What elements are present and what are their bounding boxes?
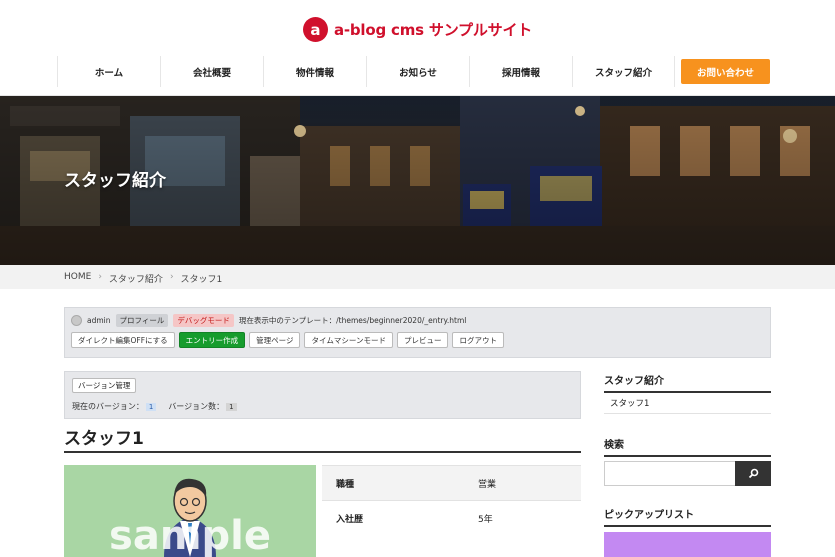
nav-item-home[interactable]: ホーム bbox=[57, 56, 160, 87]
table-key: 入社歴 bbox=[322, 500, 464, 536]
version-manage-button[interactable]: バージョン管理 bbox=[72, 378, 137, 393]
template-path: 現在表示中のテンプレート：/themes/beginner2020/_entry… bbox=[238, 316, 467, 325]
sidebar-pickup-heading: ピックアップリスト bbox=[604, 506, 771, 527]
logout-button[interactable]: ログアウト bbox=[452, 332, 504, 348]
preview-button[interactable]: プレビュー bbox=[396, 332, 449, 348]
version-count-value: 1 bbox=[226, 403, 237, 411]
sidebar-search-heading: 検索 bbox=[604, 436, 771, 457]
nav-item-staff[interactable]: スタッフ紹介 bbox=[572, 56, 675, 87]
current-version-value: 1 bbox=[145, 403, 157, 411]
site-logo[interactable]: a a-blog cms サンプルサイト bbox=[0, 17, 835, 42]
breadcrumb-separator: › bbox=[98, 272, 102, 282]
hero-banner: スタッフ紹介 bbox=[0, 96, 835, 265]
logo-mark-icon: a bbox=[302, 17, 328, 42]
staff-info-table: 職種 営業 入社歴 5年 bbox=[322, 465, 581, 536]
nav-item-property[interactable]: 物件情報 bbox=[263, 56, 366, 87]
site-header: a a-blog cms サンプルサイト ホーム 会社概要 物件情報 お知らせ … bbox=[0, 0, 835, 96]
current-version-label: 現在のバージョン： bbox=[72, 402, 144, 411]
current-version: 現在のバージョン： 1 bbox=[72, 401, 157, 412]
create-entry-button[interactable]: エントリー作成 bbox=[178, 332, 246, 348]
sidebar-item-staff1[interactable]: スタッフ1 bbox=[604, 393, 771, 414]
breadcrumb-current: スタッフ1 bbox=[180, 275, 223, 285]
nav-item-recruit[interactable]: 採用情報 bbox=[469, 56, 572, 87]
search-input[interactable] bbox=[604, 461, 735, 486]
search-icon bbox=[748, 468, 758, 479]
admin-page-button[interactable]: 管理ページ bbox=[249, 332, 301, 348]
breadcrumb: HOME › スタッフ紹介 › スタッフ1 bbox=[0, 265, 835, 289]
direct-edit-off-button[interactable]: ダイレクト編集OFFにする bbox=[71, 332, 175, 348]
pickup-image[interactable] bbox=[604, 532, 771, 557]
nav-item-news[interactable]: お知らせ bbox=[366, 56, 469, 87]
table-value: 5年 bbox=[464, 500, 581, 536]
sample-person-illustration: sample bbox=[64, 465, 316, 557]
version-box: バージョン管理 現在のバージョン： 1 バージョン数： 1 bbox=[64, 371, 581, 419]
table-row: 職種 営業 bbox=[322, 465, 581, 501]
admin-username: admin bbox=[87, 316, 111, 325]
breadcrumb-separator: › bbox=[169, 272, 174, 282]
nav-item-company[interactable]: 会社概要 bbox=[160, 56, 263, 87]
breadcrumb-staff[interactable]: スタッフ紹介 bbox=[109, 272, 163, 285]
version-count: バージョン数： 1 bbox=[168, 401, 237, 412]
breadcrumb-home[interactable]: HOME bbox=[64, 272, 91, 285]
table-row: 入社歴 5年 bbox=[322, 500, 581, 536]
logo-text: a-blog cms サンプルサイト bbox=[333, 21, 533, 39]
table-value: 営業 bbox=[464, 465, 581, 501]
timemachine-mode-button[interactable]: タイムマシーンモード bbox=[304, 332, 393, 348]
admin-toolbar: admin プロフィール デバッグモード 現在表示中のテンプレート：/theme… bbox=[64, 307, 771, 358]
staff-photo: sample bbox=[64, 465, 316, 557]
avatar bbox=[71, 315, 82, 326]
version-count-label: バージョン数： bbox=[168, 402, 225, 411]
table-key: 職種 bbox=[322, 465, 464, 501]
debug-mode-tag: デバッグモード bbox=[173, 314, 234, 327]
search-button[interactable] bbox=[735, 461, 771, 486]
sample-watermark: sample bbox=[109, 513, 271, 557]
entry-title: スタッフ1 bbox=[64, 424, 581, 453]
sidebar-staff-heading: スタッフ紹介 bbox=[604, 372, 771, 393]
profile-tag[interactable]: プロフィール bbox=[115, 314, 169, 327]
contact-button[interactable]: お問い合わせ bbox=[681, 59, 770, 84]
global-nav: ホーム 会社概要 物件情報 お知らせ 採用情報 スタッフ紹介 bbox=[57, 56, 675, 87]
hero-title: スタッフ紹介 bbox=[64, 171, 166, 191]
